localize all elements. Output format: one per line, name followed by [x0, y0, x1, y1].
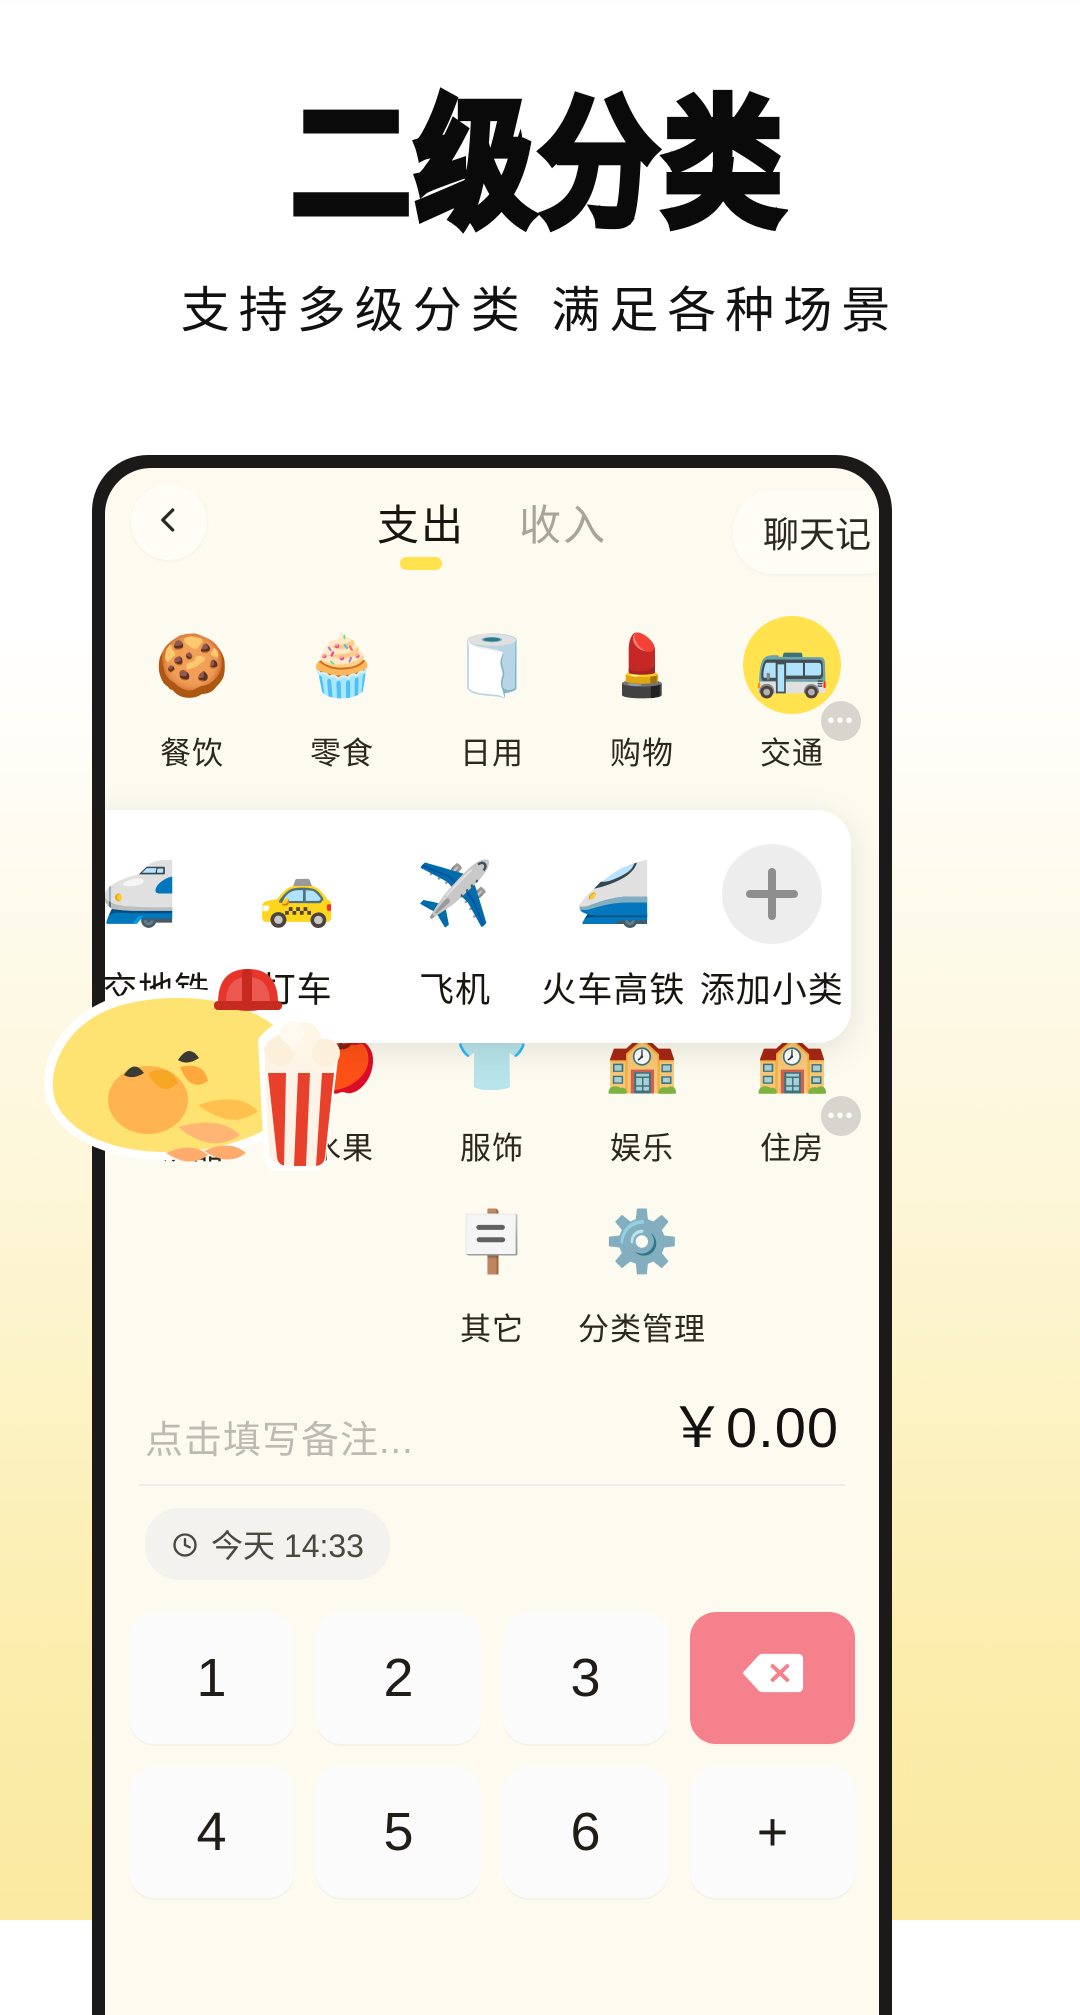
category-item-transport[interactable]: 🚌 ••• 交通 — [717, 602, 867, 783]
chevron-left-icon — [154, 505, 184, 540]
category-row-3: 🪧 其它 ⚙️ 分类管理 — [117, 1178, 867, 1359]
key-delete[interactable] — [690, 1612, 855, 1744]
airplane-icon: ✈️ — [405, 844, 505, 944]
key-6[interactable]: 6 — [503, 1766, 668, 1898]
category-label: 餐饮 — [160, 728, 224, 773]
category-slot-empty-3 — [717, 1178, 867, 1359]
numeric-keypad: 1 2 3 4 5 6 + — [105, 1612, 879, 1898]
category-item-manage[interactable]: ⚙️ 分类管理 — [567, 1178, 717, 1359]
category-item-food[interactable]: 🍪 餐饮 — [117, 602, 267, 783]
promo-header: 二级分类 支持多级分类 满足各种场景 — [0, 0, 1080, 342]
app-navbar: 支出 收入 聊天记 — [105, 468, 879, 576]
back-button[interactable] — [131, 484, 207, 560]
cupcake-icon: 🧁 — [293, 616, 391, 714]
plus-icon — [746, 868, 798, 920]
category-label: 零食 — [310, 728, 374, 773]
phone-mockup: 支出 收入 聊天记 🍪 餐饮 🧁 零食 — [92, 455, 892, 2015]
key-3[interactable]: 3 — [503, 1612, 668, 1744]
subcategory-label: 火车高铁 — [541, 962, 685, 1013]
sign-icon: 🪧 — [443, 1192, 541, 1290]
subcategory-label: 添加小类 — [700, 962, 844, 1013]
category-label: 住房 — [760, 1123, 824, 1168]
category-label: 购物 — [610, 728, 674, 773]
phone-screen: 支出 收入 聊天记 🍪 餐饮 🧁 零食 — [105, 468, 879, 2015]
gear-icon: ⚙️ — [593, 1192, 691, 1290]
time-chip[interactable]: 今天 14:33 — [145, 1508, 390, 1580]
key-plus[interactable]: + — [690, 1766, 855, 1898]
more-dots-icon[interactable]: ••• — [821, 701, 861, 741]
key-4[interactable]: 4 — [129, 1766, 294, 1898]
category-item-other[interactable]: 🪧 其它 — [417, 1178, 567, 1359]
mascot-illustration — [28, 955, 448, 1185]
toilet-paper-icon: 🧻 — [443, 616, 541, 714]
subcategory-item-add[interactable]: 添加小类 — [693, 844, 851, 1013]
tab-income[interactable]: 收入 — [519, 492, 607, 553]
key-5[interactable]: 5 — [316, 1766, 481, 1898]
category-slot-empty-2 — [267, 1178, 417, 1359]
tab-income-label: 收入 — [519, 492, 607, 553]
category-label: 服饰 — [460, 1123, 524, 1168]
time-row: 今天 14:33 — [139, 1486, 845, 1600]
category-label: 交通 — [760, 728, 824, 773]
high-speed-train-icon: 🚄 — [563, 844, 663, 944]
page-title: 二级分类 — [0, 95, 1080, 234]
note-amount-row: 点击填写备注... ￥0.00 — [139, 1371, 845, 1486]
key-2[interactable]: 2 — [316, 1612, 481, 1744]
subcategory-item-train[interactable]: 🚄 火车高铁 — [534, 844, 692, 1013]
note-input[interactable]: 点击填写备注... — [145, 1409, 414, 1464]
backspace-icon — [742, 1647, 804, 1709]
tab-expense-label: 支出 — [377, 492, 465, 553]
tab-expense[interactable]: 支出 — [377, 492, 465, 553]
tab-active-indicator — [400, 557, 442, 570]
category-item-daily[interactable]: 🧻 日用 — [417, 602, 567, 783]
category-label: 娱乐 — [610, 1123, 674, 1168]
key-1[interactable]: 1 — [129, 1612, 294, 1744]
bus-icon: 🚌 — [743, 616, 841, 714]
clock-icon — [171, 1530, 199, 1558]
category-item-shopping[interactable]: 💄 购物 — [567, 602, 717, 783]
more-dots-icon[interactable]: ••• — [821, 1096, 861, 1136]
taxi-icon: 🚕 — [247, 844, 347, 944]
category-label: 日用 — [460, 728, 524, 773]
add-subcategory-icon-wrap — [722, 844, 822, 944]
promo-subtitle: 支持多级分类 满足各种场景 — [0, 271, 1080, 342]
amount-value: ￥0.00 — [669, 1383, 839, 1464]
category-item-snack[interactable]: 🧁 零食 — [267, 602, 417, 783]
category-slot-empty-1 — [117, 1178, 267, 1359]
bullet-train-icon: 🚅 — [105, 844, 188, 944]
category-label: 其它 — [460, 1304, 524, 1349]
lipstick-icon: 💄 — [593, 616, 691, 714]
time-label: 今天 14:33 — [211, 1521, 364, 1567]
chat-record-button[interactable]: 聊天记 — [733, 490, 879, 574]
category-label: 分类管理 — [578, 1304, 706, 1349]
category-row-1: 🍪 餐饮 🧁 零食 🧻 日用 💄 购物 🚌 ••• — [117, 602, 867, 783]
entry-section: 点击填写备注... ￥0.00 今天 14:33 — [105, 1371, 879, 1600]
cookie-icon: 🍪 — [143, 616, 241, 714]
